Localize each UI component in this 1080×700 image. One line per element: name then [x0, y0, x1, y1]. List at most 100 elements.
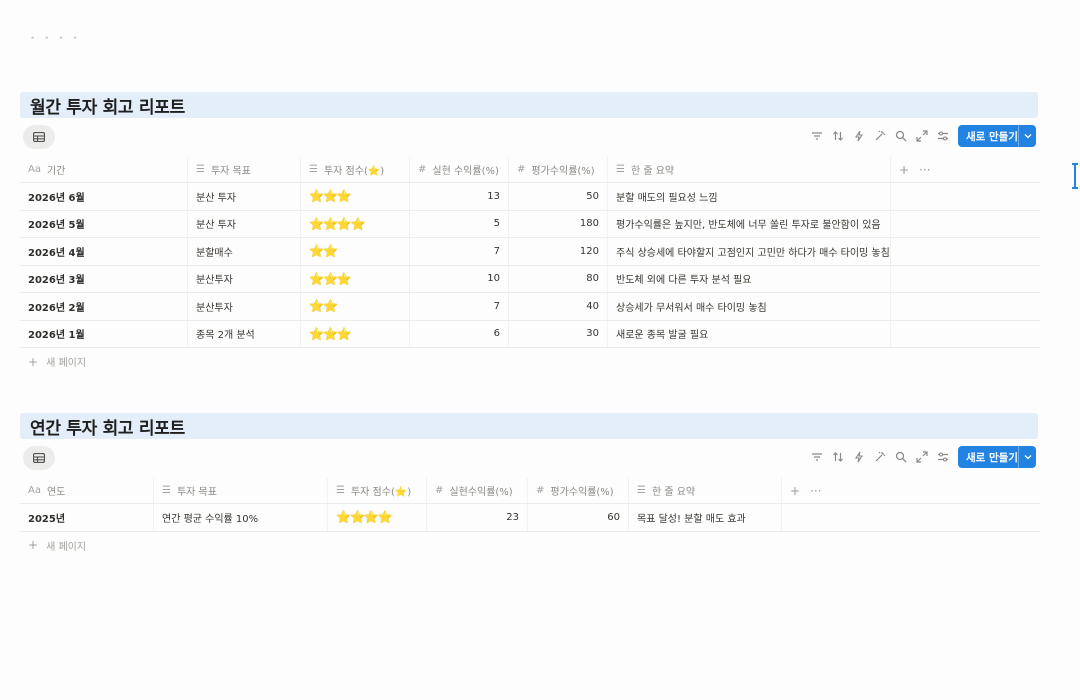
column-header-summary[interactable]: ☰ 한 줄 요약: [629, 478, 782, 503]
table-row[interactable]: 2026년 1월 종목 2개 분석 ⭐⭐⭐ 6 30 새로운 종목 발굴 필요: [20, 320, 1040, 348]
cell-unrealized[interactable]: 180: [509, 210, 608, 237]
cell-goal[interactable]: 분산투자: [188, 293, 301, 320]
add-column-icon[interactable]: +: [790, 484, 800, 498]
plus-icon: +: [28, 354, 39, 369]
cell-score[interactable]: ⭐⭐⭐: [301, 265, 410, 292]
cell-goal[interactable]: 연간 평균 수익률 10%: [154, 504, 328, 531]
table-row[interactable]: 2026년 6월 분산 투자 ⭐⭐⭐ 13 50 분할 매도의 필요성 느낌: [20, 183, 1040, 211]
more-options-icon[interactable]: ···: [810, 484, 821, 498]
cell-score[interactable]: ⭐⭐: [301, 293, 410, 320]
magic-wand-icon[interactable]: [869, 446, 890, 468]
cell-realized[interactable]: 5: [410, 210, 509, 237]
cell-score[interactable]: ⭐⭐⭐: [301, 183, 410, 210]
cell-realized[interactable]: 7: [410, 293, 509, 320]
annual-toolbar-actions: 새로 만들기: [806, 446, 1036, 468]
expand-icon[interactable]: [911, 125, 932, 147]
text-cursor-icon: [1072, 163, 1078, 189]
chevron-down-icon[interactable]: [1019, 133, 1036, 139]
add-page-button[interactable]: + 새 페이지: [20, 348, 1040, 375]
cell-unrealized[interactable]: 80: [509, 265, 608, 292]
new-button-label: 새로 만들기: [966, 130, 1018, 143]
add-column-icon[interactable]: +: [899, 163, 909, 177]
cell-goal[interactable]: 분할매수: [188, 238, 301, 265]
add-page-button[interactable]: + 새 페이지: [20, 532, 1040, 559]
settings-sliders-icon[interactable]: [932, 125, 953, 147]
cell-empty: [891, 183, 931, 210]
search-icon[interactable]: [890, 446, 911, 468]
cell-period[interactable]: 2026년 1월: [20, 320, 188, 347]
cell-unrealized[interactable]: 40: [509, 293, 608, 320]
title-text-icon: Aa: [28, 485, 41, 496]
filter-icon[interactable]: [806, 125, 827, 147]
expand-icon[interactable]: [911, 446, 932, 468]
more-options-icon[interactable]: ···: [919, 163, 930, 177]
table-row[interactable]: 2026년 3월 분산투자 ⭐⭐⭐ 10 80 반도체 외에 다른 투자 분석 필요: [20, 265, 1040, 293]
cell-unrealized[interactable]: 120: [509, 238, 608, 265]
cell-realized[interactable]: 7: [410, 238, 509, 265]
column-header-goal[interactable]: ☰ 투자 목표: [154, 478, 328, 503]
cell-summary[interactable]: 반도체 외에 다른 투자 분석 필요: [608, 265, 891, 292]
title-text-icon: Aa: [28, 164, 41, 175]
cell-period[interactable]: 2026년 6월: [20, 183, 188, 210]
column-header-unrealized[interactable]: # 평가수익률(%): [509, 157, 608, 182]
cell-empty: [891, 293, 931, 320]
column-header-score[interactable]: ☰ 투자 점수(⭐): [328, 478, 427, 503]
cell-score[interactable]: ⭐⭐⭐⭐: [328, 504, 427, 531]
column-header-summary[interactable]: ☰ 한 줄 요약: [608, 157, 891, 182]
cell-period[interactable]: 2026년 3월: [20, 265, 188, 292]
cell-realized[interactable]: 23: [427, 504, 528, 531]
cell-goal[interactable]: 분산 투자: [188, 183, 301, 210]
hash-icon: #: [517, 164, 526, 175]
column-header-goal[interactable]: ☰ 투자 목표: [188, 157, 301, 182]
column-header-period[interactable]: Aa 기간: [20, 157, 188, 182]
column-header-score[interactable]: ☰ 투자 점수(⭐): [301, 157, 410, 182]
cell-score[interactable]: ⭐⭐: [301, 238, 410, 265]
cell-goal[interactable]: 분산투자: [188, 265, 301, 292]
cell-goal[interactable]: 분산 투자: [188, 210, 301, 237]
text-lines-icon: ☰: [637, 485, 646, 496]
cell-year[interactable]: 2025년: [20, 504, 154, 531]
filter-icon[interactable]: [806, 446, 827, 468]
column-header-realized[interactable]: # 실현수익률(%): [427, 478, 528, 503]
cell-summary[interactable]: 목표 달성! 분할 매도 효과: [629, 504, 782, 531]
new-button[interactable]: 새로 만들기: [958, 125, 1036, 147]
cell-period[interactable]: 2026년 5월: [20, 210, 188, 237]
cell-period[interactable]: 2026년 4월: [20, 238, 188, 265]
column-header-unrealized[interactable]: # 평가수익률(%): [528, 478, 629, 503]
settings-sliders-icon[interactable]: [932, 446, 953, 468]
sort-icon[interactable]: [827, 446, 848, 468]
table-view-tab[interactable]: [23, 446, 55, 470]
table-row[interactable]: 2026년 5월 분산 투자 ⭐⭐⭐⭐ 5 180 평가수익률은 높지만, 반도체에 너무…: [20, 210, 1040, 238]
column-header-year[interactable]: Aa 연도: [20, 478, 154, 503]
table-row[interactable]: 2026년 4월 분할매수 ⭐⭐ 7 120 주식 상승세에 타야할지 고점인지 고민만 …: [20, 238, 1040, 266]
chevron-down-icon[interactable]: [1019, 454, 1036, 460]
cell-period[interactable]: 2026년 2월: [20, 293, 188, 320]
sort-icon[interactable]: [827, 125, 848, 147]
table-row[interactable]: 2026년 2월 분산투자 ⭐⭐ 7 40 상승세가 무서워서 매수 타이밍 놓침: [20, 293, 1040, 321]
search-icon[interactable]: [890, 125, 911, 147]
lightning-icon[interactable]: [848, 446, 869, 468]
cell-unrealized[interactable]: 30: [509, 320, 608, 347]
cell-summary[interactable]: 분할 매도의 필요성 느낌: [608, 183, 891, 210]
magic-wand-icon[interactable]: [869, 125, 890, 147]
annual-table: Aa 연도 ☰ 투자 목표 ☰ 투자 점수(⭐) # 실현수익률(%) # 평가수익률(%…: [20, 478, 1040, 559]
cell-score[interactable]: ⭐⭐⭐: [301, 320, 410, 347]
column-header-realized[interactable]: # 실현 수익률(%): [410, 157, 509, 182]
cell-unrealized[interactable]: 50: [509, 183, 608, 210]
new-button[interactable]: 새로 만들기: [958, 446, 1036, 468]
cell-summary[interactable]: 상승세가 무서워서 매수 타이밍 놓침: [608, 293, 891, 320]
cell-realized[interactable]: 6: [410, 320, 509, 347]
cell-summary[interactable]: 평가수익률은 높지만, 반도체에 너무 쏠린 투자로 불안함이 있음: [608, 210, 891, 237]
text-lines-icon: ☰: [616, 164, 625, 175]
cell-summary[interactable]: 주식 상승세에 타야할지 고점인지 고민만 하다가 매수 타이밍 놓침: [608, 238, 891, 265]
cell-unrealized[interactable]: 60: [528, 504, 629, 531]
cell-realized[interactable]: 10: [410, 265, 509, 292]
cell-score[interactable]: ⭐⭐⭐⭐: [301, 210, 410, 237]
table-view-tab[interactable]: [23, 125, 55, 149]
cell-summary[interactable]: 새로운 종목 발굴 필요: [608, 320, 891, 347]
cell-goal[interactable]: 종목 2개 분석: [188, 320, 301, 347]
cell-empty: [891, 238, 931, 265]
cell-realized[interactable]: 13: [410, 183, 509, 210]
table-row[interactable]: 2025년 연간 평균 수익률 10% ⭐⭐⭐⭐ 23 60 목표 달성! 분할 매도 효…: [20, 504, 1040, 532]
lightning-icon[interactable]: [848, 125, 869, 147]
